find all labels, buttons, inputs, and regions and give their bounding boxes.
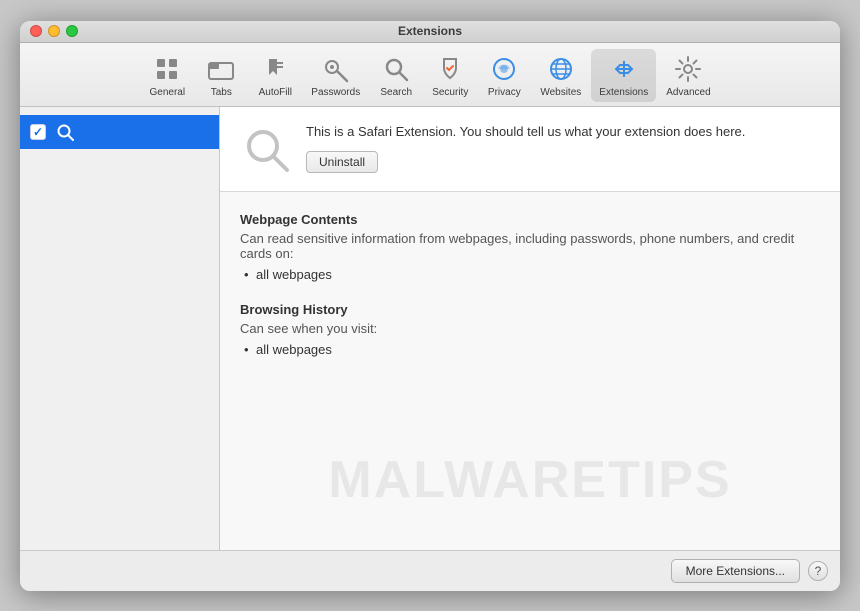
advanced-label: Advanced: [666, 87, 710, 98]
security-icon: [434, 53, 466, 85]
extension-header: This is a Safari Extension. You should t…: [220, 107, 840, 192]
security-label: Security: [432, 87, 468, 98]
advanced-icon: [672, 53, 704, 85]
safari-preferences-window: Extensions General: [20, 21, 840, 591]
webpage-contents-item-1: all webpages: [240, 267, 820, 282]
more-extensions-button[interactable]: More Extensions...: [671, 559, 800, 583]
general-icon: [151, 53, 183, 85]
websites-icon: [545, 53, 577, 85]
extension-checkbox[interactable]: ✓: [30, 124, 46, 140]
passwords-icon: [320, 53, 352, 85]
checkmark-icon: ✓: [33, 125, 43, 139]
toolbar-item-advanced[interactable]: Advanced: [658, 49, 718, 102]
browsing-history-item-1: all webpages: [240, 342, 820, 357]
toolbar-item-security[interactable]: Security: [424, 49, 476, 102]
browsing-history-desc: Can see when you visit:: [240, 321, 820, 336]
browsing-history-section: Browsing History Can see when you visit:…: [240, 302, 820, 357]
toolbar-item-passwords[interactable]: Passwords: [303, 49, 368, 102]
extension-content-panel: MALWARETIPS This is a Safari Extension. …: [220, 107, 840, 550]
extensions-icon: [608, 53, 640, 85]
webpage-contents-desc: Can read sensitive information from webp…: [240, 231, 820, 261]
tabs-label: Tabs: [211, 87, 232, 98]
minimize-button[interactable]: [48, 25, 60, 37]
privacy-icon: [488, 53, 520, 85]
close-button[interactable]: [30, 25, 42, 37]
maximize-button[interactable]: [66, 25, 78, 37]
help-button[interactable]: ?: [808, 561, 828, 581]
watermark: MALWARETIPS: [220, 450, 840, 510]
window-title: Extensions: [398, 24, 462, 38]
extension-icon: [240, 123, 292, 175]
uninstall-button[interactable]: Uninstall: [306, 151, 378, 173]
title-bar: Extensions: [20, 21, 840, 43]
toolbar-item-autofill[interactable]: AutoFill: [249, 49, 301, 102]
extension-info: This is a Safari Extension. You should t…: [306, 123, 820, 173]
websites-label: Websites: [540, 87, 581, 98]
webpage-contents-title: Webpage Contents: [240, 212, 820, 227]
window-footer: More Extensions... ?: [20, 550, 840, 591]
sidebar-item-search-ext[interactable]: ✓: [20, 115, 219, 149]
preferences-toolbar: General Tabs: [20, 43, 840, 107]
toolbar-item-websites[interactable]: Websites: [532, 49, 589, 102]
toolbar-item-extensions[interactable]: Extensions: [591, 49, 656, 102]
toolbar-item-privacy[interactable]: Privacy: [478, 49, 530, 102]
toolbar-item-search[interactable]: Search: [370, 49, 422, 102]
extension-sidebar-icon: [54, 121, 76, 143]
extensions-label: Extensions: [599, 87, 648, 98]
search-toolbar-icon: [380, 53, 412, 85]
autofill-label: AutoFill: [259, 87, 292, 98]
toolbar-item-tabs[interactable]: Tabs: [195, 49, 247, 102]
extensions-sidebar: ✓: [20, 107, 220, 550]
privacy-label: Privacy: [488, 87, 521, 98]
main-area: ✓ MALWARETIPS: [20, 107, 840, 550]
tabs-icon: [205, 53, 237, 85]
window-controls: [30, 25, 78, 37]
toolbar-items: General Tabs: [141, 49, 718, 102]
autofill-icon: [259, 53, 291, 85]
passwords-label: Passwords: [311, 87, 360, 98]
extension-description: This is a Safari Extension. You should t…: [306, 123, 820, 141]
permissions-area: Webpage Contents Can read sensitive info…: [220, 192, 840, 397]
webpage-contents-section: Webpage Contents Can read sensitive info…: [240, 212, 820, 282]
toolbar-item-general[interactable]: General: [141, 49, 193, 102]
search-label: Search: [380, 87, 412, 98]
general-label: General: [150, 87, 186, 98]
browsing-history-title: Browsing History: [240, 302, 820, 317]
